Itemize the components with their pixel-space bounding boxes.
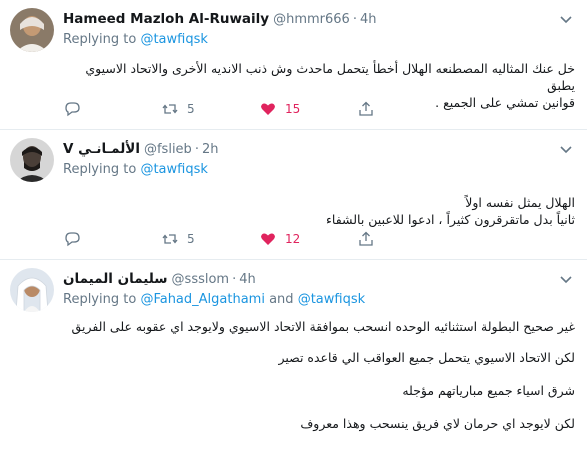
tweet[interactable]: V الألمـانـي @fslieb · 2h Replying to @t…: [0, 130, 587, 260]
share-icon[interactable]: [357, 100, 375, 118]
chevron-down-icon[interactable]: [557, 10, 575, 28]
avatar[interactable]: [10, 138, 54, 182]
tweet-header: V الألمـانـي @fslieb · 2h: [63, 140, 575, 158]
retweet-button[interactable]: 5: [161, 230, 259, 248]
like-icon[interactable]: [259, 100, 277, 118]
reply-mention-link[interactable]: @tawfiqsk: [298, 292, 365, 307]
replying-to: Replying to @tawfiqsk: [63, 32, 575, 50]
like-button[interactable]: 12: [259, 230, 357, 248]
user-handle[interactable]: @ssslom: [172, 272, 230, 287]
tweet-text-line: خل عنك المثاليه المصطنعه الهلال أخطأ يتح…: [85, 61, 575, 93]
reply-mention-link[interactable]: @Fahad_Algathami: [140, 292, 265, 307]
avatar[interactable]: [10, 268, 54, 312]
replying-prefix: Replying to: [63, 32, 137, 47]
timestamp[interactable]: 4h: [360, 12, 377, 27]
separator-dot: ·: [352, 11, 357, 27]
tweet-text-line: ثانياً بدل ماتقرقرون كثيراً ، ادعوا للاع…: [326, 212, 575, 227]
user-handle[interactable]: @fslieb: [144, 142, 192, 157]
like-count: 12: [285, 232, 301, 246]
chevron-down-icon[interactable]: [557, 270, 575, 288]
tweet-text-line: لكن الاتحاد الاسيوي يتحمل جميع العواقب ا…: [278, 350, 575, 365]
separator-dot: ·: [232, 271, 237, 287]
reply-icon[interactable]: [63, 230, 81, 248]
share-button[interactable]: [357, 230, 455, 248]
replying-to: Replying to @Fahad_Algathami and @tawfiq…: [63, 292, 575, 310]
like-count: 15: [285, 102, 301, 116]
replying-to: Replying to @tawfiqsk: [63, 162, 575, 180]
reply-icon[interactable]: [63, 100, 81, 118]
reply-mention-link[interactable]: @tawfiqsk: [140, 32, 207, 47]
reply-button[interactable]: [63, 230, 161, 248]
tweet[interactable]: سليمان الميمان @ssslom · 4h Replying to …: [0, 260, 587, 454]
retweet-count: 5: [187, 102, 195, 116]
replying-prefix: Replying to: [63, 162, 137, 177]
tweet-header: Hameed Mazloh Al-Ruwaily @hmmr666 · 4h: [63, 10, 575, 28]
reply-button[interactable]: [63, 100, 161, 118]
timestamp[interactable]: 2h: [202, 142, 219, 157]
replying-and: and: [269, 292, 294, 307]
tweet[interactable]: Hameed Mazloh Al-Ruwaily @hmmr666 · 4h R…: [0, 0, 587, 130]
share-button[interactable]: [357, 100, 455, 118]
like-button[interactable]: 15: [259, 100, 357, 118]
tweet-text-line: غير صحيح البطولة استثنائيه الوحده انسحب …: [71, 319, 575, 334]
timestamp[interactable]: 4h: [239, 272, 256, 287]
user-handle[interactable]: @hmmr666: [273, 12, 350, 27]
chevron-down-icon[interactable]: [557, 140, 575, 158]
tweet-text: غير صحيح البطولة استثنائيه الوحده انسحب …: [63, 318, 575, 432]
retweet-icon[interactable]: [161, 230, 179, 248]
retweet-button[interactable]: 5: [161, 100, 259, 118]
separator-dot: ·: [194, 141, 199, 157]
tweet-actions: 5 12: [63, 230, 455, 248]
tweet-text-line: لكن لايوجد اي حرمان لاي فريق ينسحب وهذا …: [300, 416, 575, 431]
like-icon[interactable]: [259, 230, 277, 248]
replying-prefix: Replying to: [63, 292, 137, 307]
tweet-header: سليمان الميمان @ssslom · 4h: [63, 270, 575, 288]
retweet-count: 5: [187, 232, 195, 246]
tweet-actions: 5 15: [63, 100, 455, 118]
tweet-text-line: شرق اسياء جميع مبارياتهم مؤجله: [402, 383, 575, 398]
display-name[interactable]: V الألمـانـي: [63, 141, 140, 157]
retweet-icon[interactable]: [161, 100, 179, 118]
share-icon[interactable]: [357, 230, 375, 248]
tweet-text: الهلال يمثل نفسه اولاً ثانياً بدل ماتقرق…: [63, 194, 575, 228]
display-name[interactable]: سليمان الميمان: [63, 271, 168, 287]
display-name[interactable]: Hameed Mazloh Al-Ruwaily: [63, 11, 269, 27]
avatar[interactable]: [10, 8, 54, 52]
reply-mention-link[interactable]: @tawfiqsk: [140, 162, 207, 177]
tweet-text-line: الهلال يمثل نفسه اولاً: [465, 195, 575, 210]
